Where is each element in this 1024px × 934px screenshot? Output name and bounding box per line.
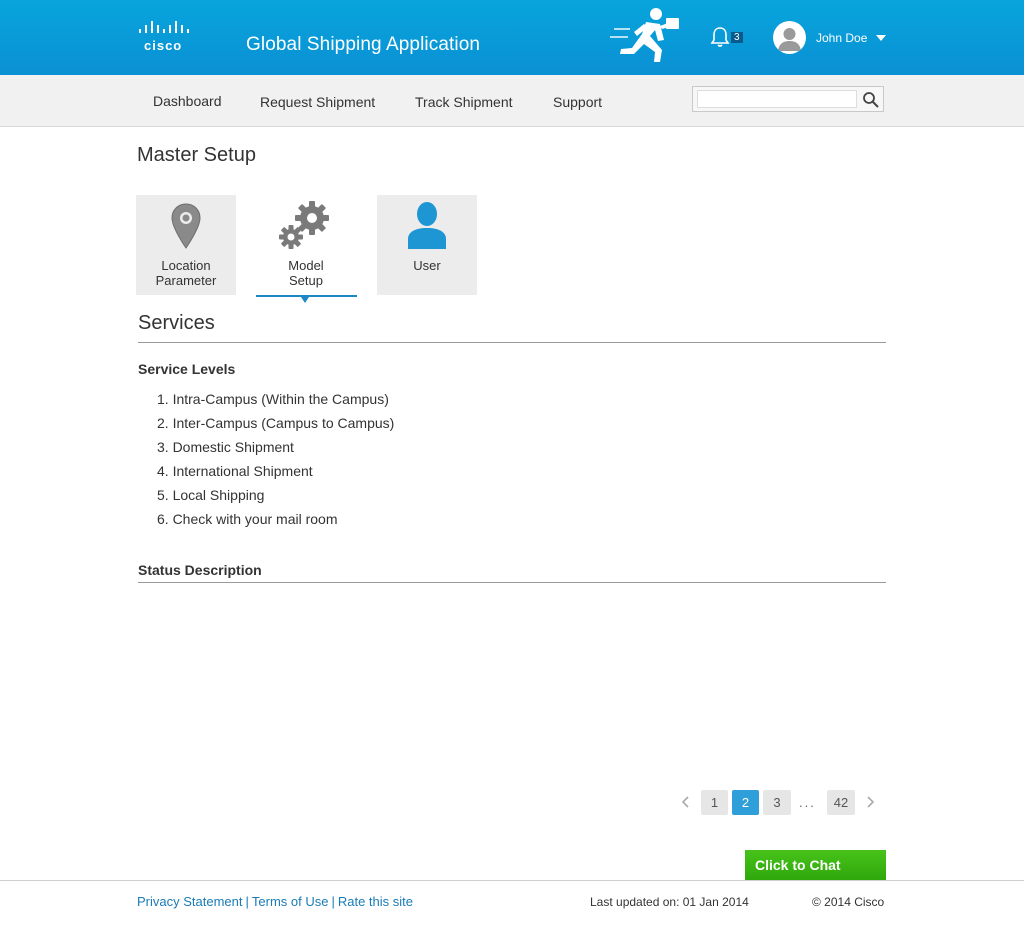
- tile-user[interactable]: User: [377, 195, 477, 295]
- list-item: 5. Local Shipping: [157, 487, 265, 503]
- footer-separator: |: [331, 894, 335, 909]
- search-icon[interactable]: [862, 91, 880, 109]
- logo-text: cisco: [144, 38, 182, 53]
- section-title-services: Services: [138, 312, 215, 334]
- user-avatar-icon[interactable]: [773, 21, 806, 54]
- list-item: 6. Check with your mail room: [157, 511, 338, 527]
- page-title: Master Setup: [137, 144, 256, 166]
- tile-label-line2: Setup: [289, 273, 323, 288]
- list-item: 4. International Shipment: [157, 463, 313, 479]
- pagination-page-3[interactable]: 3: [763, 790, 791, 815]
- footer-separator: |: [245, 894, 249, 909]
- cisco-logo[interactable]: cisco: [138, 20, 198, 54]
- divider: [138, 582, 886, 583]
- nav-request-shipment[interactable]: Request Shipment: [260, 94, 375, 110]
- list-item: 3. Domestic Shipment: [157, 439, 294, 455]
- search-input[interactable]: [697, 90, 857, 108]
- pagination-prev-chevron-icon[interactable]: [679, 794, 693, 810]
- user-name[interactable]: John Doe: [816, 31, 867, 45]
- privacy-statement-link[interactable]: Privacy Statement: [137, 894, 243, 909]
- user-menu-chevron-down-icon[interactable]: [876, 35, 886, 41]
- runner-mascot-icon: [610, 8, 679, 62]
- click-to-chat-button[interactable]: Click to Chat: [745, 850, 886, 881]
- user-icon: [408, 202, 446, 249]
- tile-label-line1: Model: [288, 258, 324, 273]
- notification-count-badge: 3: [731, 32, 743, 43]
- list-item: 1. Intra-Campus (Within the Campus): [157, 391, 389, 407]
- app-title: Global Shipping Application: [246, 34, 481, 55]
- footer-links: Privacy Statement | Terms of Use | Rate this…: [137, 894, 413, 909]
- tile-label: User: [413, 258, 441, 273]
- service-levels-list: 1. Intra-Campus (Within the Campus) 2. I…: [157, 390, 394, 534]
- divider: [138, 342, 886, 343]
- notification-bell-icon[interactable]: [709, 26, 731, 48]
- app-header: cisco Global Shipping Application 3 John…: [0, 0, 1024, 75]
- tile-label-line1: Location: [161, 258, 211, 273]
- nav-support[interactable]: Support: [553, 94, 602, 110]
- search-box: [692, 86, 884, 112]
- location-pin-icon: [171, 203, 201, 249]
- pagination-next-chevron-icon[interactable]: [863, 794, 877, 810]
- gears-icon: [279, 201, 329, 249]
- tile-label-line2: Parameter: [155, 273, 217, 288]
- tile-location-parameter[interactable]: Location Parameter: [136, 195, 236, 295]
- list-item: 2. Inter-Campus (Campus to Campus): [157, 415, 395, 431]
- pagination-ellipsis: ...: [799, 795, 816, 810]
- last-updated-text: Last updated on: 01 Jan 2014: [590, 895, 749, 909]
- pagination-page-last[interactable]: 42: [827, 790, 855, 815]
- terms-of-use-link[interactable]: Terms of Use: [252, 894, 329, 909]
- footer-divider: [0, 880, 1024, 881]
- nav-track-shipment[interactable]: Track Shipment: [415, 94, 513, 110]
- pagination-page-2[interactable]: 2: [732, 790, 759, 815]
- main-nav: Dashboard Request Shipment Track Shipmen…: [0, 75, 1024, 127]
- nav-dashboard[interactable]: Dashboard: [153, 93, 222, 109]
- pagination-page-1[interactable]: 1: [701, 790, 728, 815]
- selected-tile-pointer: [301, 297, 309, 303]
- status-description-heading: Status Description: [138, 562, 262, 578]
- tile-model-setup[interactable]: Model Setup: [256, 195, 356, 295]
- copyright-text: © 2014 Cisco: [812, 895, 885, 909]
- service-levels-heading: Service Levels: [138, 361, 236, 377]
- rate-this-site-link[interactable]: Rate this site: [338, 894, 413, 909]
